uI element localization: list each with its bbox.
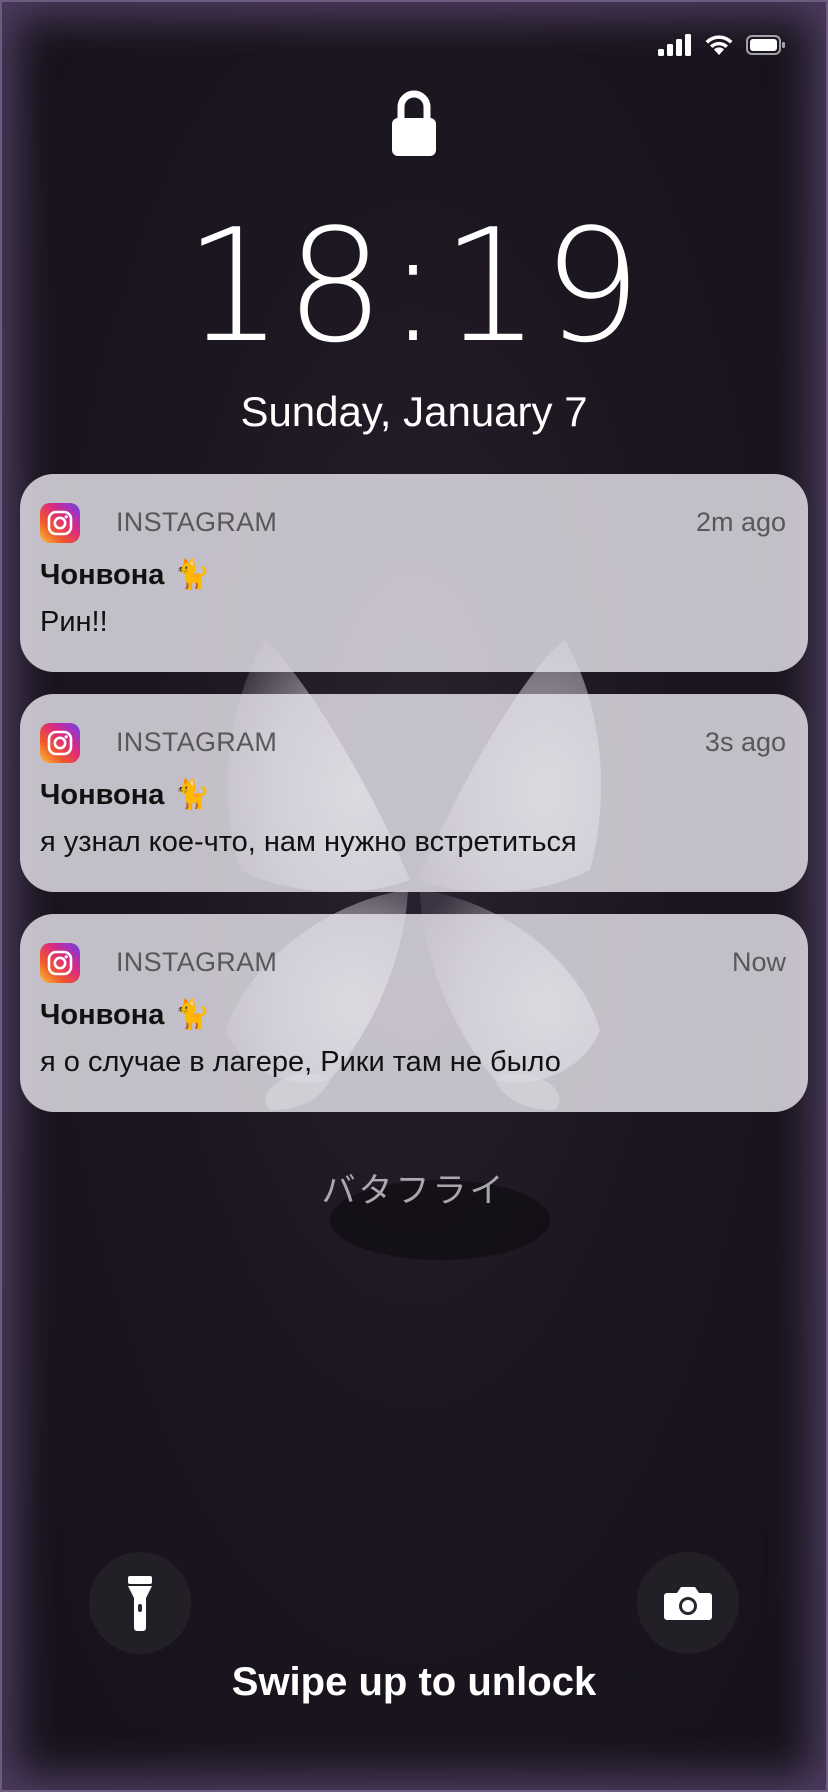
notification-time: Now	[731, 947, 786, 977]
cellular-signal-icon	[658, 34, 691, 56]
sender-name: Чонвона	[40, 558, 165, 591]
notification-card[interactable]: INSTAGRAM 2m ago Чонвона 🐈 Рин!!	[20, 474, 808, 672]
notification-sender: Чонвона 🐈	[40, 778, 211, 812]
notification-sender: Чонвона 🐈	[40, 558, 211, 592]
lock-icon	[392, 90, 436, 156]
notification-time: 3s ago	[704, 727, 786, 757]
notification-app-name: INSTAGRAM	[116, 507, 278, 537]
notification-app-name: INSTAGRAM	[116, 947, 278, 977]
wallpaper-caption: バタフライ	[321, 1171, 507, 1211]
sender-name: Чонвона	[40, 778, 165, 811]
notification-app-name: INSTAGRAM	[116, 727, 278, 757]
instagram-icon	[40, 503, 80, 543]
notification-card[interactable]: INSTAGRAM 3s ago Чонвона 🐈 я узнал кое-ч…	[20, 694, 808, 892]
notification-card[interactable]: INSTAGRAM Now Чонвона 🐈 я о случае в лаг…	[20, 914, 808, 1112]
camera-icon	[664, 1587, 712, 1620]
notification-sender: Чонвона 🐈	[40, 998, 211, 1032]
status-bar	[658, 34, 786, 56]
instagram-icon	[40, 723, 80, 763]
wifi-icon	[705, 35, 733, 55]
notification-message: Рин!!	[40, 606, 108, 638]
clock-date: Sunday, January 7	[240, 388, 588, 435]
instagram-icon	[40, 943, 80, 983]
clock-time: 18:19	[184, 195, 644, 377]
battery-icon	[746, 35, 785, 55]
cat-emoji-icon: 🐈	[174, 999, 211, 1031]
flashlight-button[interactable]	[89, 1552, 191, 1654]
notification-message: я о случае в лагере, Рики там не было	[40, 1046, 561, 1078]
notification-message: я узнал кое-что, нам нужно встретиться	[40, 826, 577, 858]
camera-button[interactable]	[637, 1552, 739, 1654]
sender-name: Чонвона	[40, 998, 165, 1031]
cat-emoji-icon: 🐈	[174, 559, 211, 591]
notification-time: 2m ago	[695, 507, 786, 537]
cat-emoji-icon: 🐈	[174, 779, 211, 811]
swipe-up-hint[interactable]: Swipe up to unlock	[0, 1660, 828, 1705]
flashlight-icon	[128, 1576, 152, 1631]
